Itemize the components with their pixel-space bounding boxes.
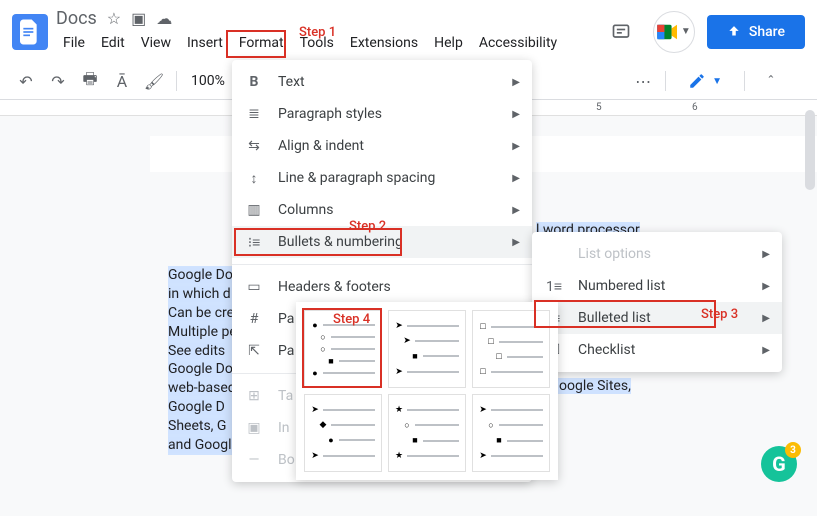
edit-mode-button[interactable]: ▼ <box>678 68 732 94</box>
bullet-style-5[interactable]: ★ ○ ■ ★ <box>388 394 466 472</box>
grammarly-widget[interactable]: G 3 <box>761 446 797 482</box>
menu-insert[interactable]: Insert <box>180 31 230 55</box>
paint-format-button[interactable]: 🖌 <box>140 67 168 95</box>
share-button[interactable]: Share <box>707 15 805 49</box>
annotation-step-3: Step 3 <box>701 307 738 322</box>
menu-view[interactable]: View <box>134 31 178 55</box>
docs-logo[interactable] <box>12 14 48 50</box>
print-button[interactable]: 🖶 <box>76 67 104 95</box>
comment-history-icon[interactable] <box>601 12 641 52</box>
doc-title[interactable]: Docs <box>56 8 97 29</box>
menu-edit[interactable]: Edit <box>94 31 132 55</box>
zoom-select[interactable]: 100% <box>185 73 231 89</box>
meet-button[interactable]: ▼ <box>653 11 695 53</box>
annotation-step-1: Step 1 <box>299 25 336 40</box>
bullet-style-2[interactable]: ➤ ➤ ■ ➤ <box>388 310 466 388</box>
collapse-button[interactable]: ˆ <box>757 67 785 95</box>
menu-help[interactable]: Help <box>427 31 470 55</box>
format-line-spacing[interactable]: ↕Line & paragraph spacing▶ <box>232 162 532 194</box>
submenu-checklist[interactable]: ☑Checklist▶ <box>532 334 782 366</box>
bullet-style-6[interactable]: ➤ ○ ■ ➤ <box>472 394 550 472</box>
bullet-style-grid: ● ○ ○ ■ ● ➤ ➤ ■ ➤ □ □ □ □ ➤ ◆ ● ➤ ★ ○ ■ … <box>296 302 558 480</box>
format-align-indent[interactable]: ⇆Align & indent▶ <box>232 130 532 162</box>
grammarly-badge: 3 <box>785 442 801 458</box>
document-text[interactable]: Google Do in which d Can be cre Multiple… <box>168 266 237 455</box>
annotation-step-4: Step 4 <box>333 312 370 327</box>
format-paragraph-styles[interactable]: ≣Paragraph styles▶ <box>232 98 532 130</box>
star-icon[interactable]: ☆ <box>107 9 121 28</box>
annotation-step-2: Step 2 <box>349 219 386 234</box>
scrollbar-vertical[interactable] <box>805 110 815 190</box>
move-icon[interactable]: ▣ <box>131 9 146 28</box>
format-text[interactable]: BText▶ <box>232 66 532 98</box>
menu-accessibility[interactable]: Accessibility <box>472 31 564 55</box>
menu-extensions[interactable]: Extensions <box>343 31 425 55</box>
submenu-bulleted-list[interactable]: ⁝≡Bulleted list▶ <box>532 302 782 334</box>
more-tools[interactable]: ⋯ <box>635 72 653 91</box>
redo-button[interactable]: ↷ <box>44 67 72 95</box>
menu-format[interactable]: Format <box>232 31 291 55</box>
bullets-numbering-submenu: List options▶ 1≡Numbered list▶ ⁝≡Bullete… <box>532 232 782 372</box>
bullet-style-3[interactable]: □ □ □ □ <box>472 310 550 388</box>
cloud-icon[interactable]: ☁ <box>156 9 172 28</box>
spellcheck-button[interactable]: Ā <box>108 67 136 95</box>
format-headers-footers[interactable]: ▭Headers & footers <box>232 271 532 303</box>
bullet-style-4[interactable]: ➤ ◆ ● ➤ <box>304 394 382 472</box>
submenu-numbered-list[interactable]: 1≡Numbered list▶ <box>532 270 782 302</box>
menu-file[interactable]: File <box>56 31 92 55</box>
undo-button[interactable]: ↶ <box>12 67 40 95</box>
submenu-list-options: List options▶ <box>532 238 782 270</box>
